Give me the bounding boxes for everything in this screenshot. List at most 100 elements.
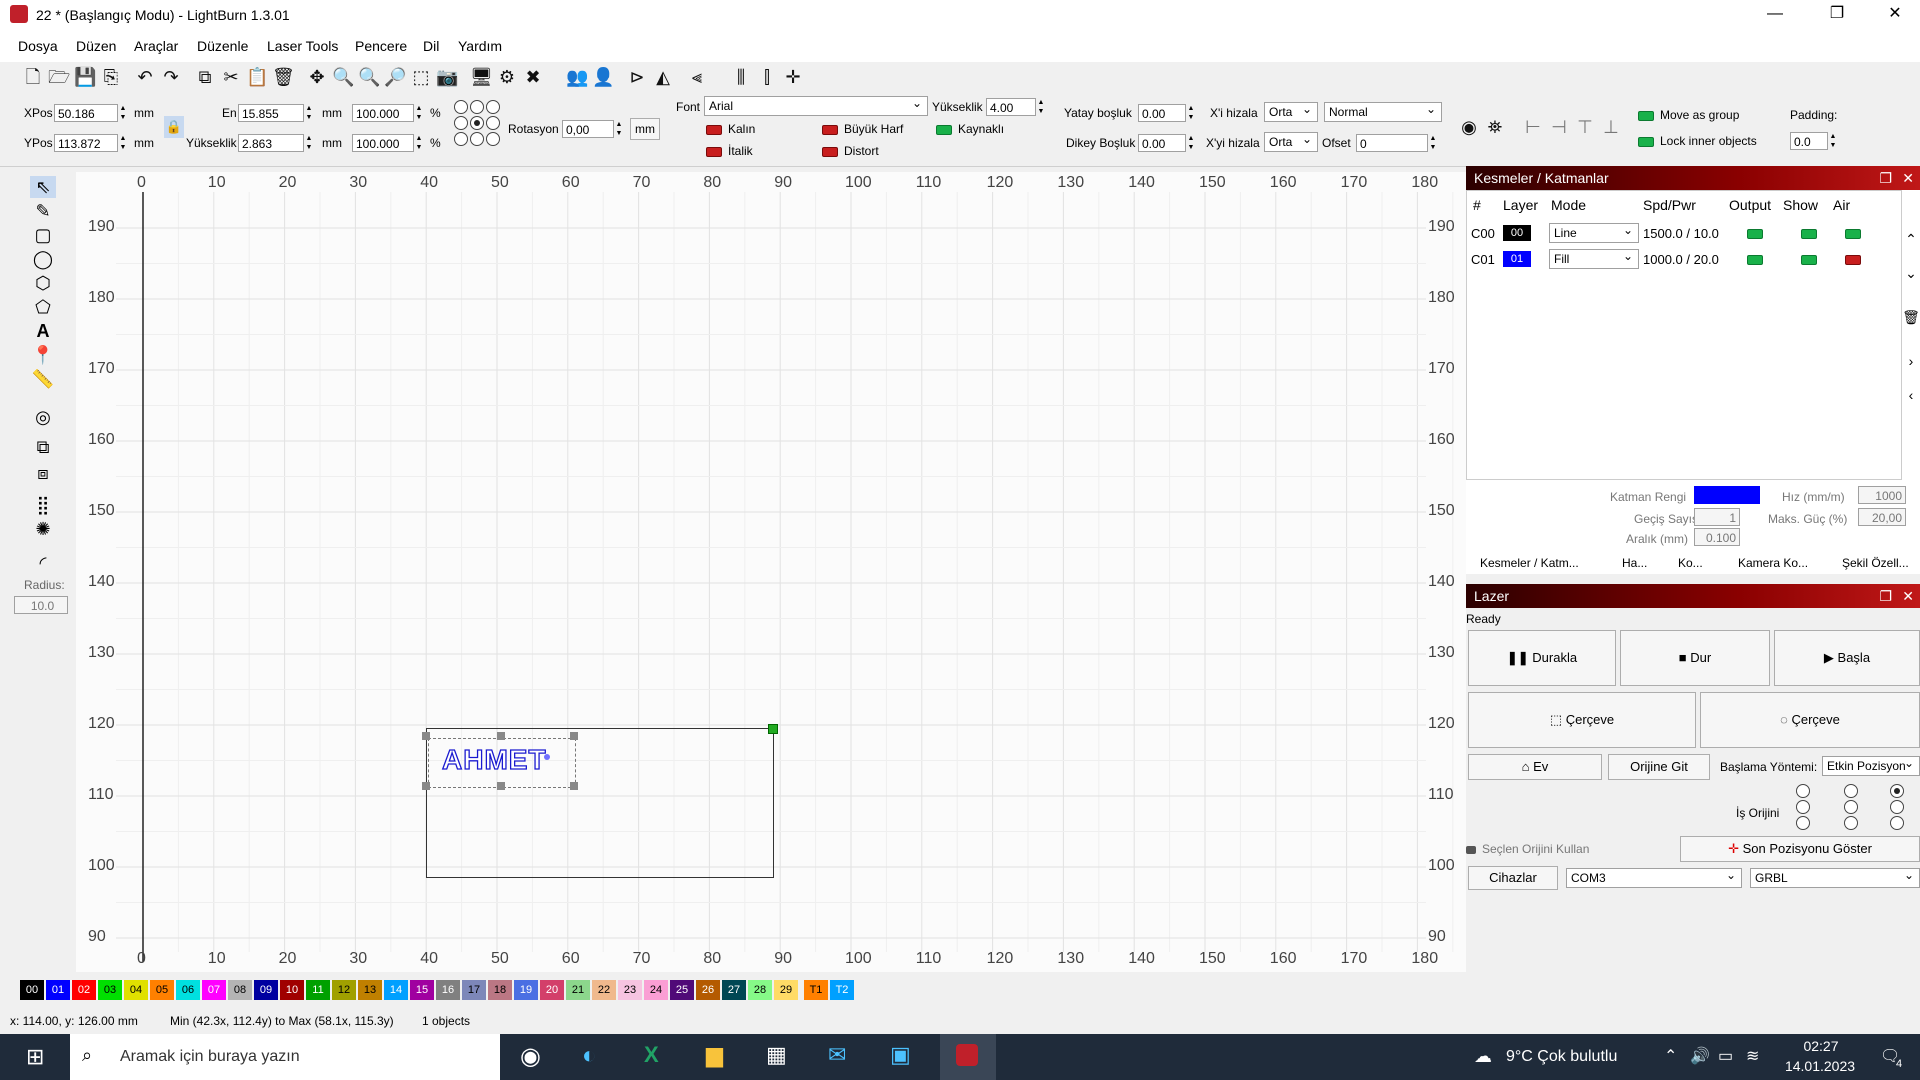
frame-button[interactable]: ⬚ Çerçeve xyxy=(1468,692,1696,748)
italic-toggle[interactable]: İtalik xyxy=(706,144,753,158)
job-origin-marker[interactable] xyxy=(768,724,778,734)
anchor-br-radio[interactable] xyxy=(486,132,500,146)
palette-swatch-29[interactable]: 29 xyxy=(774,980,798,1000)
air-toggle-icon[interactable] xyxy=(1845,229,1861,239)
width-input[interactable]: 15.855 xyxy=(238,104,304,122)
show-last-position-button[interactable]: ✛ Son Pozisyonu Göster xyxy=(1680,836,1920,862)
air-toggle-icon[interactable] xyxy=(1845,255,1861,265)
monitor-icon[interactable]: 🖥 xyxy=(470,66,493,88)
font-select[interactable]: Arial xyxy=(704,94,928,116)
palette-swatch-10[interactable]: 10 xyxy=(280,980,304,1000)
array-tool-icon[interactable]: ⣿ xyxy=(30,494,56,516)
menu-pencere[interactable]: Pencere xyxy=(355,38,407,54)
zoom-selection-icon[interactable]: ⬚ xyxy=(410,66,432,88)
anchor-tc-radio[interactable] xyxy=(470,100,484,114)
lock-aspect-icon[interactable]: 🔒 xyxy=(164,116,184,138)
ypos-input[interactable]: 113.872 xyxy=(54,134,118,152)
resize-handle[interactable] xyxy=(497,732,505,740)
save-icon[interactable]: 💾 xyxy=(74,66,96,88)
expand-right-icon[interactable]: › xyxy=(1902,344,1920,378)
position-tool-icon[interactable]: 📍 xyxy=(30,344,56,366)
origin-mc-radio[interactable] xyxy=(1844,800,1858,814)
start-from-select[interactable]: Etkin Pozisyon xyxy=(1822,754,1920,776)
anchor-ml-radio[interactable] xyxy=(454,116,468,130)
uppercase-toggle[interactable]: Büyük Harf xyxy=(822,122,903,136)
start-button[interactable]: ▶ Başla xyxy=(1774,630,1920,686)
select-tool-icon[interactable]: ⇖ xyxy=(30,176,56,198)
circular-array-icon[interactable]: ✺ xyxy=(30,518,56,540)
tab-library[interactable]: Ha... xyxy=(1622,556,1647,570)
tools-icon[interactable]: ✖ xyxy=(522,66,544,88)
taskbar-search-box[interactable]: ⌕ Aramak için buraya yazın xyxy=(70,1034,500,1080)
settings-icon[interactable]: ⚙ xyxy=(496,66,518,88)
minimize-button[interactable]: — xyxy=(1746,0,1804,28)
resize-handle[interactable] xyxy=(497,782,505,790)
output-toggle-icon[interactable] xyxy=(1747,255,1763,265)
xpos-spinner-icon[interactable]: ▲ ▼ xyxy=(118,104,128,122)
float-panel-icon[interactable]: ❐ xyxy=(1879,166,1892,190)
tab-shape-properties[interactable]: Şekil Özell... xyxy=(1842,556,1909,570)
palette-swatch-15[interactable]: 15 xyxy=(410,980,434,1000)
dock-top-icon[interactable]: ⊤ xyxy=(1574,116,1596,138)
resize-handle[interactable] xyxy=(570,782,578,790)
redo-icon[interactable]: ↷ xyxy=(160,66,182,88)
file-explorer-icon[interactable]: ▆ xyxy=(706,1042,723,1068)
restore-button[interactable]: ❐ xyxy=(1808,0,1866,28)
store-icon[interactable]: ▦ xyxy=(766,1042,787,1068)
rotation-spinner-icon[interactable]: ▲ ▼ xyxy=(614,120,624,138)
origin-bl-radio[interactable] xyxy=(1796,816,1810,830)
origin-tr-radio[interactable] xyxy=(1890,784,1904,798)
palette-swatch-21[interactable]: 21 xyxy=(566,980,590,1000)
anchor-center-radio[interactable] xyxy=(470,116,484,130)
boolean-icon[interactable]: ◉ xyxy=(1458,116,1480,138)
padding-spinner-icon[interactable]: ▲ ▼ xyxy=(1828,132,1838,150)
mirror-icon[interactable]: ◭ xyxy=(652,66,674,88)
scale-height-spinner-icon[interactable]: ▲ ▼ xyxy=(414,134,424,152)
edge-icon[interactable]: ◐ xyxy=(582,1042,597,1070)
controller-select[interactable]: GRBL xyxy=(1750,866,1920,888)
rectangle-tool-icon[interactable]: ▢ xyxy=(30,224,56,246)
menu-dil[interactable]: Dil xyxy=(423,38,439,54)
menu-duzenle[interactable]: Düzenle xyxy=(197,38,248,54)
distort-toggle[interactable]: Distort xyxy=(822,144,879,158)
port-select[interactable]: COM3 xyxy=(1566,866,1742,888)
wifi-icon[interactable]: ≋ xyxy=(1746,1046,1759,1066)
zoom-out-icon[interactable]: 🔍 xyxy=(358,66,380,88)
resize-handle[interactable] xyxy=(570,732,578,740)
max-power-input[interactable]: 20,00 xyxy=(1858,508,1906,526)
dock-center-icon[interactable]: ⊣ xyxy=(1548,116,1570,138)
text-object-ahmet[interactable]: AHMET xyxy=(441,743,547,776)
speed-input[interactable]: 1000 xyxy=(1858,486,1906,504)
clock-date[interactable]: 14.01.2023 xyxy=(1780,1058,1860,1074)
ypos-spinner-icon[interactable]: ▲ ▼ xyxy=(118,134,128,152)
xpos-input[interactable]: 50.186 xyxy=(54,104,118,122)
go-to-origin-button[interactable]: Orijine Git xyxy=(1608,754,1710,780)
resize-handle[interactable] xyxy=(422,732,430,740)
anchor-bc-radio[interactable] xyxy=(470,132,484,146)
home-button[interactable]: ⌂ Ev xyxy=(1468,754,1602,780)
menu-laser-tools[interactable]: Laser Tools xyxy=(267,38,338,54)
units-toggle-button[interactable]: mm xyxy=(630,118,660,140)
palette-swatch-17[interactable]: 17 xyxy=(462,980,486,1000)
palette-swatch-07[interactable]: 07 xyxy=(202,980,226,1000)
export-icon[interactable]: ⎘ xyxy=(100,66,122,88)
anchor-mr-radio[interactable] xyxy=(486,116,500,130)
height-spinner-icon[interactable]: ▲ ▼ xyxy=(304,134,314,152)
palette-swatch-28[interactable]: 28 xyxy=(748,980,772,1000)
scale-height-input[interactable]: 100.000 xyxy=(352,134,414,152)
palette-swatch-24[interactable]: 24 xyxy=(644,980,668,1000)
padding-input[interactable]: 0.0 xyxy=(1790,132,1828,150)
cut-icon[interactable]: ✂ xyxy=(220,66,242,88)
text-height-spinner-icon[interactable]: ▲ ▼ xyxy=(1036,98,1046,116)
lock-inner-toggle[interactable]: Lock inner objects xyxy=(1638,134,1757,148)
palette-swatch-11[interactable]: 11 xyxy=(306,980,330,1000)
menu-yardim[interactable]: Yardım xyxy=(458,38,502,54)
use-selection-origin-toggle[interactable]: Seçlen Orijini Kullan xyxy=(1466,842,1589,856)
layer-color-swatch[interactable] xyxy=(1694,486,1760,504)
float-panel-icon[interactable]: ❐ xyxy=(1879,584,1892,608)
laser-head-icon[interactable]: ⛯ xyxy=(1484,116,1506,138)
move-as-group-toggle[interactable]: Move as group xyxy=(1638,108,1739,122)
devices-button[interactable]: Cihazlar xyxy=(1468,866,1558,890)
mode-select[interactable]: Fill xyxy=(1549,247,1639,269)
distribute-icon[interactable]: ⫼ xyxy=(730,66,752,88)
